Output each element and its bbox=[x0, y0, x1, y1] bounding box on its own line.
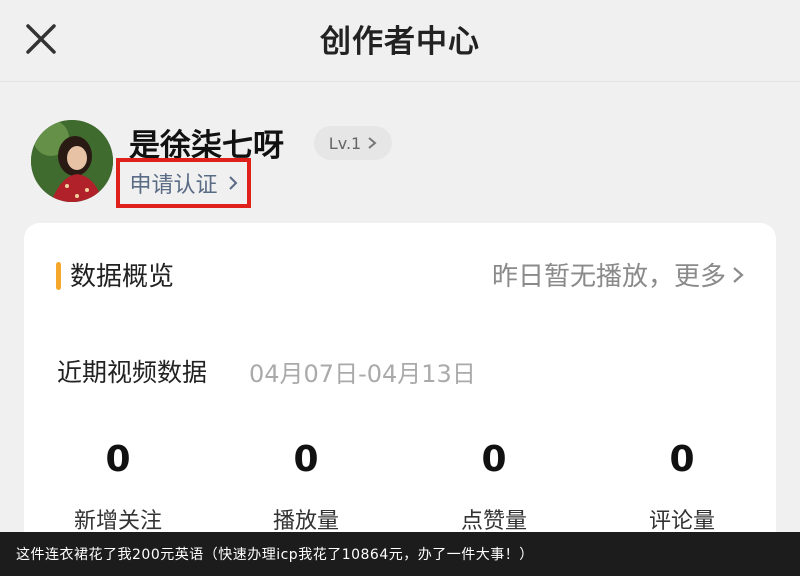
certification-label: 申请认证 bbox=[129, 173, 218, 198]
apply-certification-link[interactable]: 申请认证 bbox=[116, 158, 251, 208]
caption-bar: 这件连衣裙花了我200元英语（快速办理icp我花了10864元，办了一件大事！） bbox=[0, 532, 800, 576]
chevron-right-icon bbox=[733, 266, 744, 283]
stat-label: 播放量 bbox=[272, 509, 339, 534]
data-overview-card: 数据概览 昨日暂无播放，更多 近期视频数据 04月07日-04月13日 0 新增… bbox=[24, 223, 776, 563]
top-bar: 创作者中心 bbox=[0, 0, 800, 82]
stat-label: 点赞量 bbox=[460, 509, 527, 534]
stat-value: 0 bbox=[481, 439, 507, 480]
stat-likes[interactable]: 0 点赞量 bbox=[414, 439, 574, 535]
more-link[interactable]: 昨日暂无播放，更多 bbox=[492, 256, 744, 293]
date-range: 04月07日-04月13日 bbox=[249, 360, 476, 388]
stat-value: 0 bbox=[669, 439, 695, 480]
page-title: 创作者中心 bbox=[320, 24, 480, 60]
stat-label: 新增关注 bbox=[73, 509, 162, 534]
section-accent-bar bbox=[56, 262, 61, 290]
avatar-image bbox=[31, 120, 113, 202]
level-badge[interactable]: Lv.1 bbox=[314, 126, 392, 160]
stat-plays[interactable]: 0 播放量 bbox=[226, 439, 386, 535]
section-title: 数据概览 bbox=[70, 262, 175, 292]
stat-value: 0 bbox=[105, 439, 131, 480]
chevron-right-icon bbox=[228, 176, 237, 190]
stat-label: 评论量 bbox=[648, 509, 715, 534]
more-text: 昨日暂无播放，更多 bbox=[491, 262, 726, 292]
stat-comments[interactable]: 0 评论量 bbox=[602, 439, 762, 535]
stat-new-followers[interactable]: 0 新增关注 bbox=[38, 439, 198, 535]
caption-text: 这件连衣裙花了我200元英语（快速办理icp我花了10864元，办了一件大事！） bbox=[16, 547, 534, 563]
level-text: Lv.1 bbox=[328, 133, 362, 153]
chevron-right-icon bbox=[368, 137, 377, 149]
avatar[interactable] bbox=[31, 120, 113, 202]
recent-video-data-label: 近期视频数据 bbox=[57, 358, 208, 387]
stat-value: 0 bbox=[293, 439, 319, 480]
